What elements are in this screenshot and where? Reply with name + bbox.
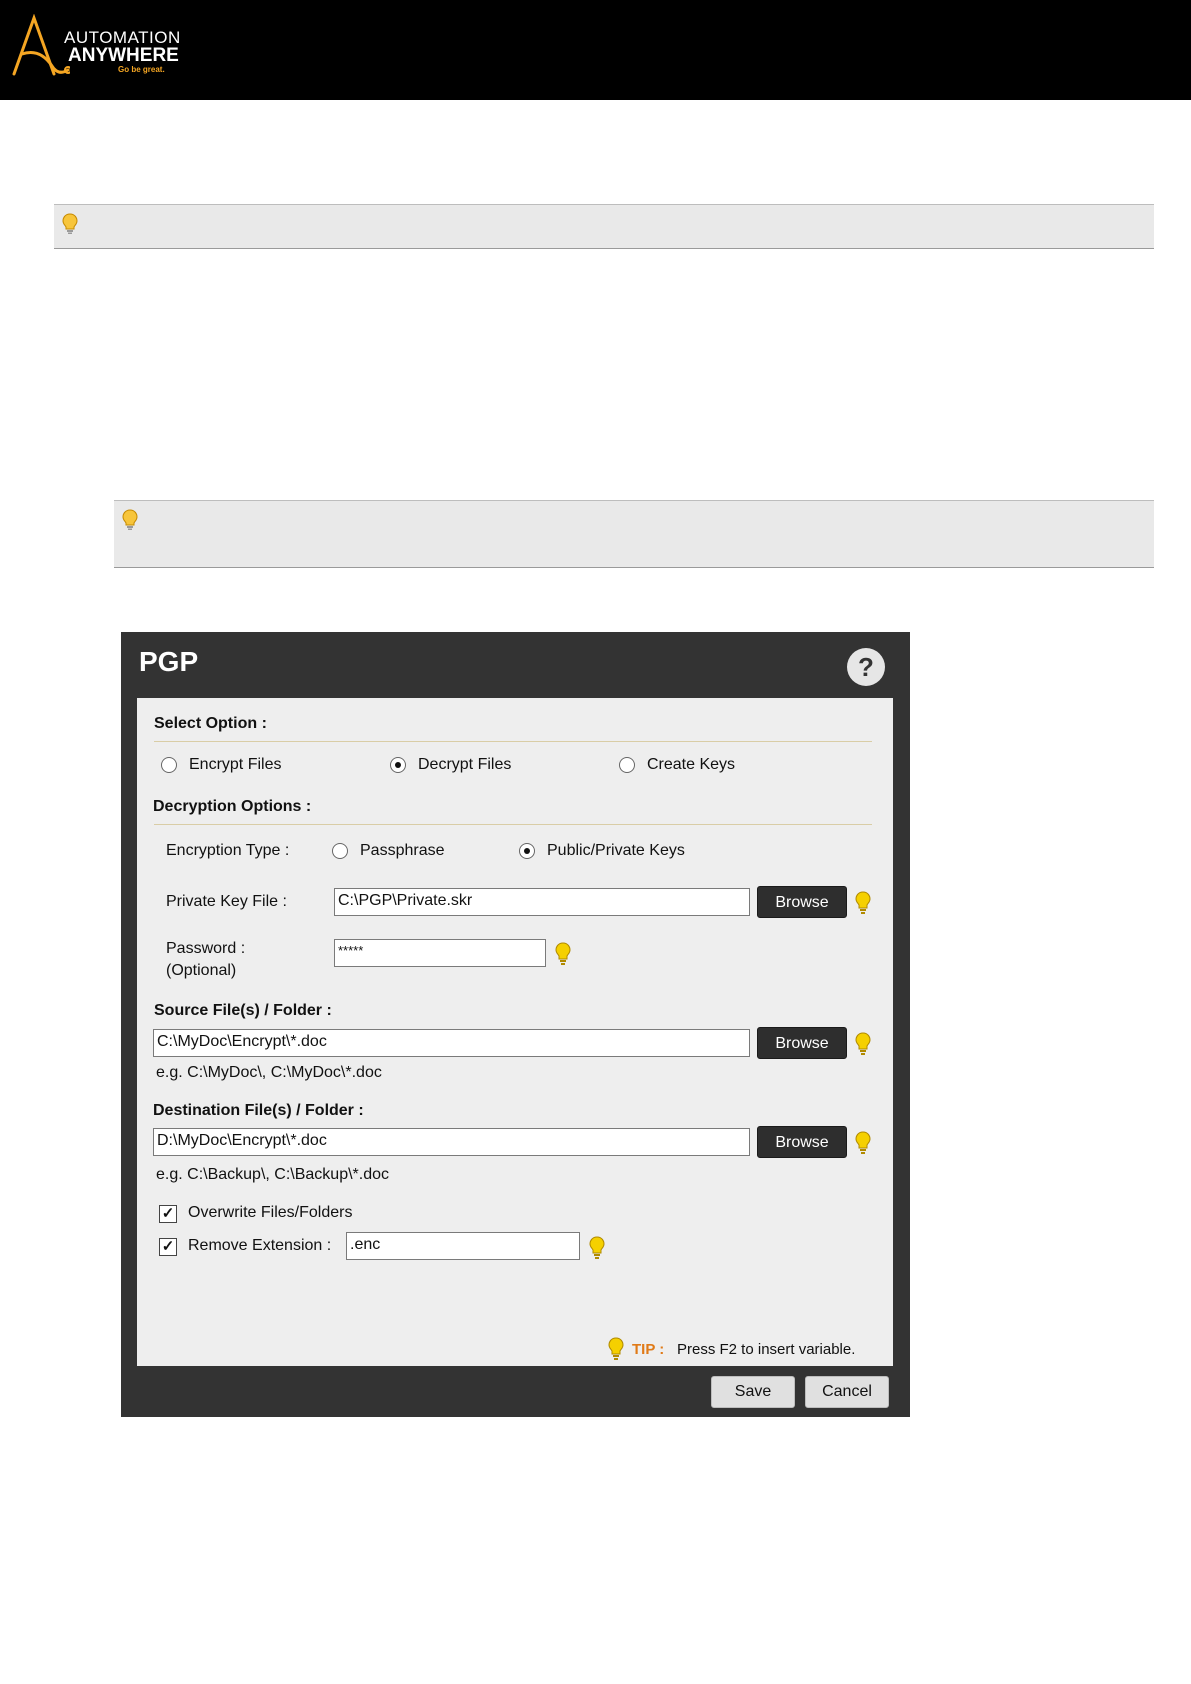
radio-decrypt-files[interactable] bbox=[390, 757, 406, 773]
pgp-dialog: PGP ? Select Option : Encrypt Files Decr… bbox=[121, 632, 910, 1417]
radio-passphrase[interactable] bbox=[332, 843, 348, 859]
overwrite-checkbox[interactable]: ✓ bbox=[159, 1205, 177, 1223]
overwrite-label[interactable]: Overwrite Files/Folders bbox=[188, 1204, 352, 1222]
password-label: Password : bbox=[166, 940, 246, 957]
divider bbox=[154, 824, 872, 825]
note-callout bbox=[114, 500, 1154, 568]
lightbulb-icon bbox=[122, 509, 138, 530]
tip-text: Press F2 to insert variable. bbox=[677, 1341, 856, 1358]
tip-label: TIP : bbox=[632, 1341, 665, 1358]
source-example: e.g. C:\MyDoc\, C:\MyDoc\*.doc bbox=[156, 1064, 382, 1081]
source-browse-button[interactable]: Browse bbox=[757, 1027, 847, 1059]
password-input[interactable]: ***** bbox=[334, 939, 546, 967]
radio-decrypt-files-label[interactable]: Decrypt Files bbox=[418, 756, 511, 774]
logo-mark-icon bbox=[12, 14, 70, 76]
remove-extension-input[interactable]: .enc bbox=[346, 1232, 580, 1260]
lightbulb-icon bbox=[608, 1337, 624, 1360]
encryption-type-label: Encryption Type : bbox=[166, 842, 290, 859]
help-button[interactable]: ? bbox=[847, 648, 885, 686]
brand-logo[interactable]: AUTOMATION ANYWHERE Go be great. bbox=[10, 14, 190, 80]
radio-public-private-keys[interactable] bbox=[519, 843, 535, 859]
dialog-title: PGP bbox=[139, 646, 199, 677]
destination-heading: Destination File(s) / Folder : bbox=[153, 1102, 364, 1119]
note-callout bbox=[54, 204, 1154, 249]
divider bbox=[154, 741, 872, 742]
radio-encrypt-files-label[interactable]: Encrypt Files bbox=[189, 756, 281, 774]
lightbulb-icon bbox=[62, 213, 78, 234]
password-optional-label: (Optional) bbox=[166, 962, 237, 979]
brand-name-line2: ANYWHERE bbox=[68, 45, 179, 66]
private-key-browse-button[interactable]: Browse bbox=[757, 886, 847, 918]
lightbulb-icon[interactable] bbox=[555, 942, 571, 966]
select-option-heading: Select Option : bbox=[154, 715, 267, 732]
cancel-button[interactable]: Cancel bbox=[805, 1376, 889, 1408]
site-header: AUTOMATION ANYWHERE Go be great. bbox=[0, 0, 1191, 100]
lightbulb-icon[interactable] bbox=[855, 1032, 871, 1056]
destination-browse-button[interactable]: Browse bbox=[757, 1126, 847, 1158]
source-heading: Source File(s) / Folder : bbox=[154, 1002, 332, 1019]
private-key-file-label: Private Key File : bbox=[166, 893, 287, 910]
radio-create-keys[interactable] bbox=[619, 757, 635, 773]
save-button[interactable]: Save bbox=[711, 1376, 795, 1408]
radio-create-keys-label[interactable]: Create Keys bbox=[647, 756, 735, 774]
remove-extension-checkbox[interactable]: ✓ bbox=[159, 1238, 177, 1256]
radio-passphrase-label[interactable]: Passphrase bbox=[360, 842, 445, 860]
radio-encrypt-files[interactable] bbox=[161, 757, 177, 773]
destination-input[interactable]: D:\MyDoc\Encrypt\*.doc bbox=[153, 1128, 750, 1156]
brand-tagline: Go be great. bbox=[118, 65, 165, 74]
remove-extension-label[interactable]: Remove Extension : bbox=[188, 1237, 331, 1255]
destination-example: e.g. C:\Backup\, C:\Backup\*.doc bbox=[156, 1166, 390, 1183]
dialog-panel: Select Option : Encrypt Files Decrypt Fi… bbox=[137, 698, 893, 1366]
radio-public-private-keys-label[interactable]: Public/Private Keys bbox=[547, 842, 685, 860]
lightbulb-icon[interactable] bbox=[855, 1131, 871, 1155]
decryption-options-heading: Decryption Options : bbox=[153, 798, 312, 815]
lightbulb-icon[interactable] bbox=[855, 891, 871, 915]
private-key-file-input[interactable]: C:\PGP\Private.skr bbox=[334, 888, 750, 916]
lightbulb-icon[interactable] bbox=[589, 1236, 605, 1260]
source-input[interactable]: C:\MyDoc\Encrypt\*.doc bbox=[153, 1029, 750, 1057]
